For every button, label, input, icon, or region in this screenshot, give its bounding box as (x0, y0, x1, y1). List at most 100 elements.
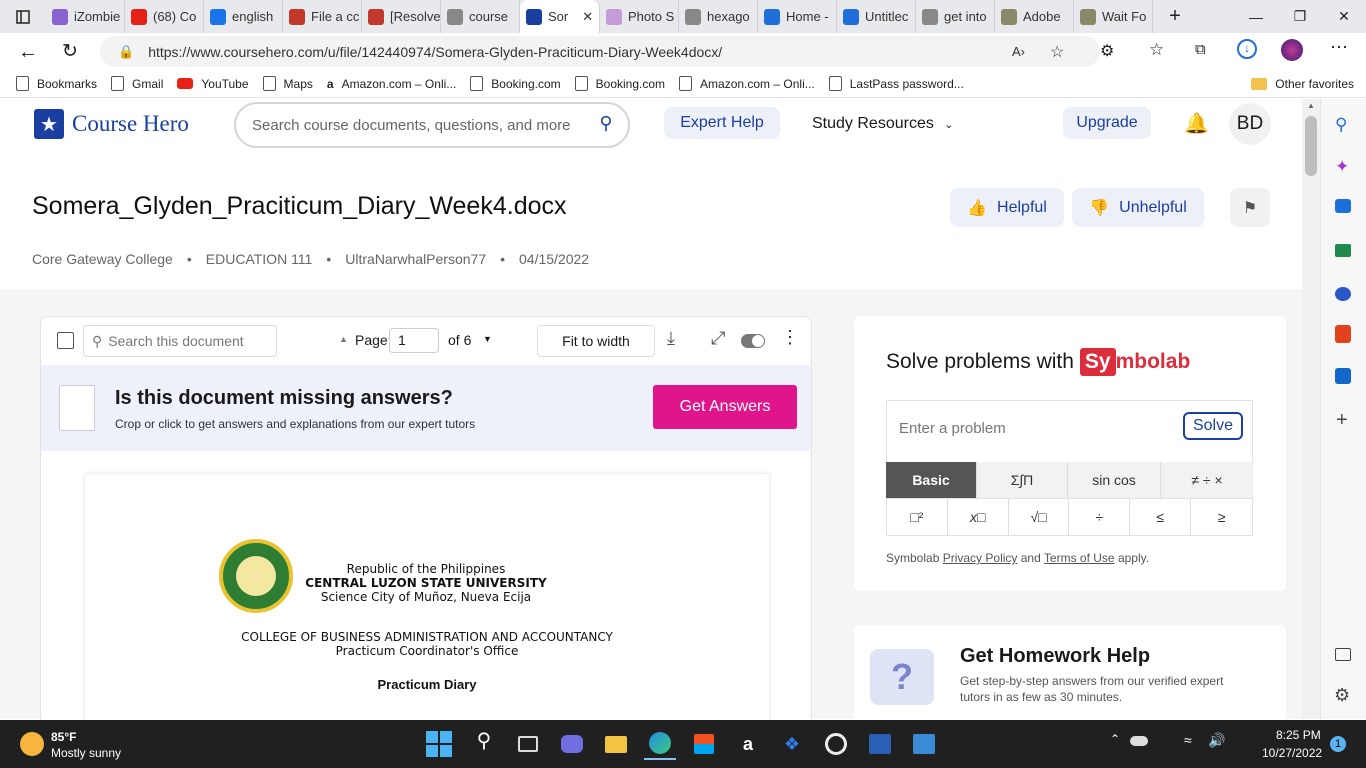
browser-tab[interactable]: [Resolve (362, 0, 441, 33)
task-view-icon[interactable] (512, 728, 544, 760)
dropbox-icon[interactable]: ❖ (776, 728, 808, 760)
problem-input[interactable]: Enter a problem Solve (886, 400, 1253, 462)
scroll-up-icon[interactable]: ▲ (1307, 101, 1315, 110)
toolbox-icon[interactable] (1335, 244, 1351, 257)
sparkle-icon[interactable]: ✦ (1335, 157, 1349, 177)
url-text[interactable]: https://www.coursehero.com/u/file/142440… (148, 44, 722, 60)
outlook-icon[interactable] (1335, 368, 1351, 384)
tab-operators[interactable]: ≠ ÷ × (1161, 462, 1253, 498)
key-fraction[interactable]: ÷ (1069, 499, 1131, 535)
browser-tab[interactable]: get into (916, 0, 995, 33)
reload-icon[interactable]: ↻ (62, 40, 78, 63)
toggle-switch[interactable] (741, 334, 765, 348)
search-icon[interactable]: ⚲ (1335, 115, 1347, 135)
bookmark-item[interactable]: LastPass password... (828, 76, 964, 91)
terms-link[interactable]: Terms of Use (1044, 551, 1115, 565)
weather-temp[interactable]: 85°F (51, 730, 76, 744)
store-icon[interactable] (688, 728, 720, 760)
upgrade-button[interactable]: Upgrade (1063, 107, 1151, 139)
browser-tab[interactable]: File a cc (283, 0, 362, 33)
meta-author[interactable]: UltraNarwhalPerson77 (345, 251, 486, 267)
avatar[interactable]: BD (1229, 103, 1271, 145)
bookmark-item[interactable]: Maps (262, 76, 313, 91)
sidebar-toggle-icon[interactable] (57, 332, 74, 349)
restore-button[interactable]: ❐ (1278, 0, 1322, 33)
fit-to-width-select[interactable]: Fit to width (537, 325, 655, 357)
browser-tab[interactable]: english (204, 0, 283, 33)
tab-actions-icon[interactable] (0, 0, 46, 33)
wifi-icon[interactable]: ≈ (1184, 732, 1192, 748)
get-answers-button[interactable]: Get Answers (653, 385, 797, 429)
split-screen-icon[interactable] (1335, 648, 1351, 661)
tab-sum-int-prod[interactable]: Σ∫Π (977, 462, 1068, 498)
study-resources-menu[interactable]: Study Resources ⌄ (812, 115, 954, 133)
unhelpful-button[interactable]: 👎 Unhelpful (1072, 188, 1204, 227)
clock-date[interactable]: 10/27/2022 (1262, 746, 1322, 760)
key-power[interactable]: x□ (948, 499, 1009, 535)
scroll-thumb[interactable] (1305, 116, 1317, 176)
collections-icon[interactable]: ⧉ (1195, 41, 1206, 58)
office-icon[interactable] (1335, 325, 1351, 343)
close-tab-icon[interactable]: ✕ (582, 9, 593, 25)
browser-tab[interactable]: Sor ✕ (520, 0, 600, 33)
key-geq[interactable]: ≥ (1191, 499, 1252, 535)
logo[interactable]: ★ Course Hero (34, 109, 189, 139)
browser-tab[interactable]: Home - (758, 0, 837, 33)
more-menu-icon[interactable]: ⋯ (1330, 37, 1348, 58)
games-icon[interactable] (1335, 287, 1351, 301)
bookmark-item[interactable]: YouTube (177, 77, 249, 91)
browser-tab[interactable]: Photo S (600, 0, 679, 33)
gear-icon[interactable]: ⚙ (1334, 685, 1350, 706)
app-icon[interactable] (820, 728, 852, 760)
search-icon[interactable]: ⚲ (594, 113, 618, 137)
meet-icon[interactable] (556, 728, 588, 760)
bookmark-item[interactable]: Amazon.com – Onli... (679, 76, 815, 91)
search-icon[interactable]: ⚲ (468, 728, 500, 760)
start-icon[interactable] (424, 728, 456, 760)
edge-icon[interactable] (644, 728, 676, 760)
privacy-link[interactable]: Privacy Policy (943, 551, 1018, 565)
browser-tab[interactable]: (68) Co (125, 0, 204, 33)
download-icon[interactable]: ⤓ (667, 328, 675, 349)
key-leq[interactable]: ≤ (1130, 499, 1192, 535)
tray-chevron-icon[interactable]: ⌃ (1110, 732, 1120, 746)
helpful-button[interactable]: 👍 Helpful (950, 188, 1064, 227)
browser-tab[interactable]: iZombie (46, 0, 125, 33)
downloads-icon[interactable]: ↓ (1237, 39, 1257, 59)
doc-search-input[interactable]: ⚲ Search this document (83, 325, 277, 357)
new-tab-button[interactable]: + (1153, 0, 1197, 33)
clock-time[interactable]: 8:25 PM (1276, 728, 1321, 742)
back-icon[interactable]: ← (18, 41, 38, 64)
favorites-icon[interactable]: ☆ (1149, 40, 1164, 60)
flag-button[interactable]: ⚑ (1230, 188, 1270, 227)
weather-text[interactable]: Mostly sunny (51, 746, 121, 760)
meta-course[interactable]: EDUCATION 111 (206, 251, 313, 267)
url-box[interactable]: 🔒 https://www.coursehero.com/u/file/1424… (100, 36, 1100, 67)
tag-icon[interactable] (1335, 199, 1351, 213)
page-up-icon[interactable]: ▲ (339, 334, 348, 344)
solve-button[interactable]: Solve (1183, 412, 1243, 440)
volume-icon[interactable]: 🔊 (1208, 732, 1225, 749)
meta-school[interactable]: Core Gateway College (32, 251, 173, 267)
bookmark-item[interactable]: Booking.com (470, 76, 561, 91)
page-scrollbar[interactable]: ▲ (1302, 99, 1320, 719)
fullscreen-icon[interactable]: ⤢ (711, 328, 725, 349)
browser-tab[interactable]: Untitlec (837, 0, 916, 33)
other-favorites[interactable]: Other favorites (1251, 77, 1354, 91)
favorite-star-icon[interactable]: ☆ (1050, 42, 1064, 62)
tab-basic[interactable]: Basic (886, 462, 977, 498)
key-sqrt[interactable]: √□ (1009, 499, 1070, 535)
profile-avatar[interactable] (1281, 39, 1303, 61)
notification-badge[interactable]: 1 (1330, 736, 1346, 752)
page-down-icon[interactable]: ▼ (483, 334, 492, 344)
bell-icon[interactable]: 🔔 (1184, 111, 1209, 136)
browser-tab[interactable]: hexago (679, 0, 758, 33)
missing-answers-banner[interactable]: Is this document missing answers? Crop o… (41, 365, 811, 451)
bookmark-item[interactable]: Gmail (111, 76, 163, 91)
read-aloud-icon[interactable]: A› (1012, 44, 1025, 59)
add-icon[interactable]: + (1336, 409, 1348, 432)
minimize-button[interactable]: — (1234, 0, 1278, 33)
photos-icon[interactable] (908, 728, 940, 760)
homework-help-card[interactable]: ? Get Homework Help Get step-by-step ans… (854, 625, 1286, 719)
extensions-icon[interactable]: ⚙ (1100, 41, 1114, 61)
